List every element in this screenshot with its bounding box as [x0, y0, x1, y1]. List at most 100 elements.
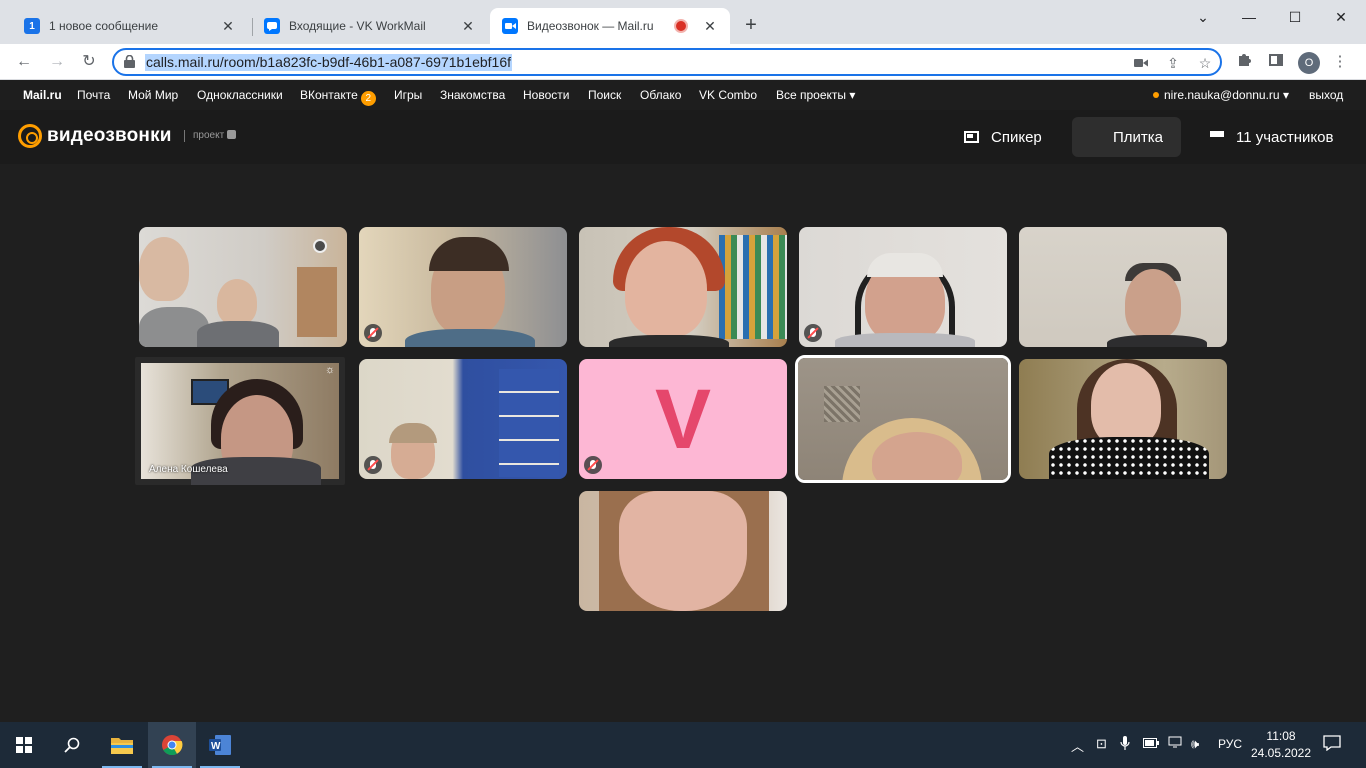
video-call-app: видеозвонки проект Спикер Плитка 11 учас…	[0, 110, 1366, 722]
tile-view-button[interactable]: Плитка	[1072, 117, 1181, 157]
reload-button[interactable]: ↻	[77, 50, 101, 74]
vk-logo-icon	[226, 130, 236, 139]
new-tab-button[interactable]: +	[740, 14, 762, 36]
side-panel-icon[interactable]	[1266, 52, 1286, 72]
logo-text: видеозвонки	[47, 125, 172, 146]
wall-clock	[313, 239, 327, 253]
participant-face	[217, 279, 257, 325]
tile-view-label: Плитка	[1113, 128, 1164, 146]
recording-icon	[674, 19, 688, 33]
participant-tile[interactable]	[359, 359, 567, 479]
forward-button[interactable]: →	[45, 50, 69, 74]
participant-body	[1049, 437, 1209, 479]
bookmark-star-icon[interactable]: ☆	[1196, 55, 1214, 71]
portal-link-vk[interactable]: ВКонтакте 2	[300, 88, 376, 106]
portal-link-cloud[interactable]: Облако	[640, 88, 681, 102]
participant-body	[1107, 335, 1207, 347]
participants-button[interactable]: 11 участников	[1196, 117, 1347, 157]
portal-link-mail[interactable]: Почта	[77, 88, 110, 102]
maximize-button[interactable]: ☐	[1272, 4, 1318, 30]
logout-link[interactable]: выход	[1309, 88, 1343, 102]
user-menu[interactable]: nire.nauka@donnu.ru ▾	[1153, 88, 1289, 102]
close-icon[interactable]: ✕	[702, 18, 718, 35]
avatar-initial: V	[654, 372, 712, 466]
more-menu-icon[interactable]: ⋮	[1330, 52, 1350, 72]
network-icon[interactable]	[1168, 736, 1182, 751]
portal-link-games[interactable]: Игры	[394, 88, 422, 102]
address-bar[interactable]: calls.mail.ru/room/b1a823fc-b9df-46b1-a0…	[112, 48, 1222, 76]
all-projects-label: Все проекты	[776, 88, 847, 102]
folder-icon	[111, 738, 133, 754]
system-clock[interactable]: 11:08 24.05.2022	[1246, 728, 1316, 762]
bookshelf	[719, 235, 787, 339]
participant-body	[405, 329, 535, 347]
mic-muted-icon	[804, 324, 822, 342]
close-icon[interactable]: ✕	[220, 18, 236, 35]
start-button[interactable]	[0, 722, 48, 768]
participant-tile-avatar[interactable]: V	[579, 359, 787, 479]
mic-muted-icon	[364, 324, 382, 342]
microphone-icon[interactable]	[1120, 736, 1130, 753]
participant-tile[interactable]	[579, 227, 787, 347]
taskbar-word[interactable]: W	[196, 722, 244, 768]
lock-icon	[124, 55, 135, 68]
tab-new-message[interactable]: 1 1 новое сообщение ✕	[12, 8, 248, 44]
workmail-icon	[264, 18, 280, 34]
volume-icon[interactable]: 🕪	[1191, 736, 1199, 752]
notifications-icon[interactable]	[1323, 735, 1341, 754]
portal-link-dating[interactable]: Знакомства	[440, 88, 505, 102]
participant-tile[interactable]	[1019, 359, 1227, 479]
back-button[interactable]: ←	[12, 50, 36, 74]
mic-muted-icon	[584, 456, 602, 474]
list-icon	[1210, 131, 1224, 143]
tab-videocall[interactable]: Видеозвонок — Mail.ru ✕	[490, 8, 730, 44]
browser-toolbar: ← → ↻ calls.mail.ru/room/b1a823fc-b9df-4…	[0, 44, 1366, 80]
tray-expand-icon[interactable]: ︿	[1071, 736, 1084, 755]
participant-tile-highlighted[interactable]: ☼ Алена Кошелева	[135, 357, 345, 485]
camera-in-use-icon[interactable]	[1132, 55, 1150, 71]
clock-date: 24.05.2022	[1250, 746, 1312, 760]
portal-link-search[interactable]: Поиск	[588, 88, 621, 102]
portal-link-vkcombo[interactable]: VK Combo	[699, 88, 757, 102]
participant-face	[619, 491, 747, 611]
tab-favicon-badge: 1	[24, 18, 40, 34]
window-close-button[interactable]: ✕	[1318, 4, 1364, 30]
webcam-in-use-icon[interactable]: ⊡	[1096, 736, 1107, 752]
input-language[interactable]: РУС	[1218, 737, 1242, 751]
search-button[interactable]	[48, 722, 96, 768]
participant-tile[interactable]	[579, 491, 787, 611]
video-feed	[1019, 227, 1227, 347]
portal-link-all-projects[interactable]: Все проекты ▾	[776, 88, 855, 102]
ceiling-vent	[824, 386, 860, 422]
close-icon[interactable]: ✕	[460, 18, 476, 35]
participant-face	[625, 241, 707, 337]
profile-avatar[interactable]: O	[1298, 52, 1320, 74]
portal-link-myworld[interactable]: Мой Мир	[128, 88, 178, 102]
participant-face	[1125, 269, 1181, 339]
brightness-icon: ☼	[324, 364, 336, 376]
share-icon[interactable]: ⇪	[1164, 55, 1182, 71]
participant-face	[139, 237, 189, 301]
participant-tile[interactable]	[359, 227, 567, 347]
minimize-button[interactable]: —	[1226, 4, 1272, 30]
portal-link-vk-label: ВКонтакте	[300, 88, 358, 102]
door	[297, 267, 337, 337]
tab-search-chevron-icon[interactable]: ⌄	[1180, 4, 1226, 30]
windows-taskbar: W ︿ ⊡ 🕪 РУС 11:08 24.05.2022	[0, 722, 1366, 768]
portal-link-ok[interactable]: Одноклассники	[197, 88, 283, 102]
participant-tile-active-speaker[interactable]	[795, 355, 1011, 483]
portal-link-mailru[interactable]: Mail.ru	[23, 88, 62, 102]
participant-tile[interactable]	[1019, 227, 1227, 347]
taskbar-chrome[interactable]	[148, 722, 196, 768]
taskbar-file-explorer[interactable]	[98, 722, 146, 768]
tab-workmail[interactable]: Входящие - VK WorkMail ✕	[252, 8, 488, 44]
participant-face	[1091, 363, 1161, 447]
battery-icon[interactable]	[1143, 736, 1159, 751]
url-text[interactable]: calls.mail.ru/room/b1a823fc-b9df-46b1-a0…	[145, 54, 513, 71]
caret-down-icon: ▾	[1282, 88, 1289, 102]
portal-link-news[interactable]: Новости	[523, 88, 569, 102]
participant-tile[interactable]	[139, 227, 347, 347]
participant-tile[interactable]	[799, 227, 1007, 347]
speaker-view-button[interactable]: Спикер	[950, 117, 1056, 157]
extensions-icon[interactable]	[1234, 52, 1254, 72]
